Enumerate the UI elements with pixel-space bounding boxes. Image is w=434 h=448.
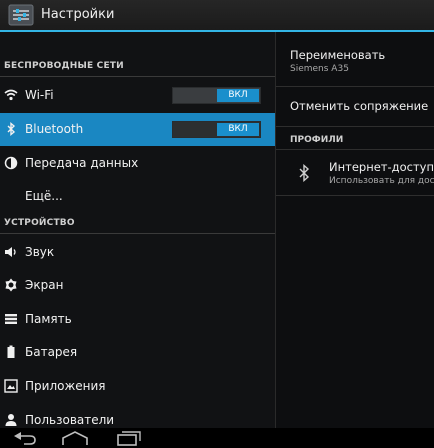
unpair-title: Отменить сопряжение bbox=[290, 99, 429, 113]
data-usage-icon bbox=[4, 156, 18, 170]
settings-item-label: Bluetooth bbox=[25, 122, 84, 136]
settings-item-users[interactable]: Пользователи bbox=[0, 404, 275, 428]
settings-item-storage[interactable]: Память bbox=[0, 303, 275, 336]
app-title: Настройки bbox=[41, 7, 115, 22]
settings-item-label: Передача данных bbox=[25, 156, 139, 170]
settings-item-display[interactable]: Экран bbox=[0, 269, 275, 302]
divider bbox=[276, 149, 434, 150]
section-header-device: УСТРОЙСТВО bbox=[0, 214, 275, 234]
settings-item-label: Приложения bbox=[25, 379, 106, 393]
settings-item-label: Пользователи bbox=[25, 413, 115, 427]
storage-icon bbox=[5, 314, 17, 324]
wifi-icon bbox=[4, 89, 18, 101]
settings-item-label: Память bbox=[25, 312, 72, 326]
bluetooth-icon bbox=[7, 122, 16, 136]
settings-list: БЕСПРОВОДНЫЕ СЕТИ Wi-Fi ВКЛ Bluetooth ВК… bbox=[0, 32, 275, 428]
section-header-wireless: БЕСПРОВОДНЫЕ СЕТИ bbox=[0, 57, 275, 77]
settings-item-label: Ещё... bbox=[25, 189, 63, 203]
back-icon[interactable] bbox=[8, 430, 38, 446]
profiles-header: ПРОФИЛИ bbox=[290, 135, 344, 145]
settings-item-data-usage[interactable]: Передача данных bbox=[0, 147, 275, 180]
settings-item-sound[interactable]: Звук bbox=[0, 236, 275, 269]
settings-item-label: Экран bbox=[25, 278, 64, 292]
home-icon[interactable] bbox=[60, 430, 90, 446]
divider bbox=[276, 86, 434, 87]
profile-title: Интернет-доступ bbox=[329, 160, 434, 174]
settings-sliders-icon[interactable] bbox=[8, 4, 34, 26]
battery-icon bbox=[7, 345, 15, 358]
navigation-bar bbox=[0, 428, 434, 448]
bluetooth-toggle[interactable]: ВКЛ bbox=[172, 121, 261, 138]
action-bar: Настройки bbox=[0, 0, 434, 32]
unpair-item[interactable]: Отменить сопряжение bbox=[290, 99, 434, 113]
recent-apps-icon[interactable] bbox=[114, 430, 144, 446]
settings-item-label: Батарея bbox=[25, 345, 78, 359]
rename-device-item[interactable]: Переименовать Siemens A35 bbox=[290, 48, 434, 74]
toggle-state: ВКЛ bbox=[217, 123, 259, 136]
settings-item-apps[interactable]: Приложения bbox=[0, 370, 275, 403]
settings-item-battery[interactable]: Батарея bbox=[0, 336, 275, 369]
rename-title: Переименовать bbox=[290, 48, 386, 62]
profile-subtitle: Использовать для дос bbox=[329, 176, 434, 186]
divider bbox=[276, 126, 434, 127]
divider bbox=[276, 195, 434, 196]
device-details-pane: Переименовать Siemens A35 Отменить сопря… bbox=[276, 32, 434, 428]
settings-item-more[interactable]: Ещё... bbox=[0, 180, 275, 213]
settings-item-label: Wi-Fi bbox=[25, 88, 54, 102]
device-name: Siemens A35 bbox=[290, 64, 349, 74]
speaker-icon bbox=[5, 247, 16, 257]
brightness-icon bbox=[5, 278, 17, 292]
profile-internet-access[interactable]: Интернет-доступ Использовать для дос bbox=[329, 160, 434, 186]
settings-item-bluetooth[interactable]: Bluetooth ВКЛ bbox=[0, 113, 275, 146]
settings-item-wifi[interactable]: Wi-Fi ВКЛ bbox=[0, 79, 275, 112]
settings-item-label: Звук bbox=[25, 245, 55, 259]
bluetooth-icon bbox=[299, 164, 310, 182]
toggle-state: ВКЛ bbox=[217, 89, 259, 102]
wifi-toggle[interactable]: ВКЛ bbox=[172, 87, 261, 104]
apps-icon bbox=[4, 379, 18, 393]
user-icon bbox=[5, 414, 17, 426]
